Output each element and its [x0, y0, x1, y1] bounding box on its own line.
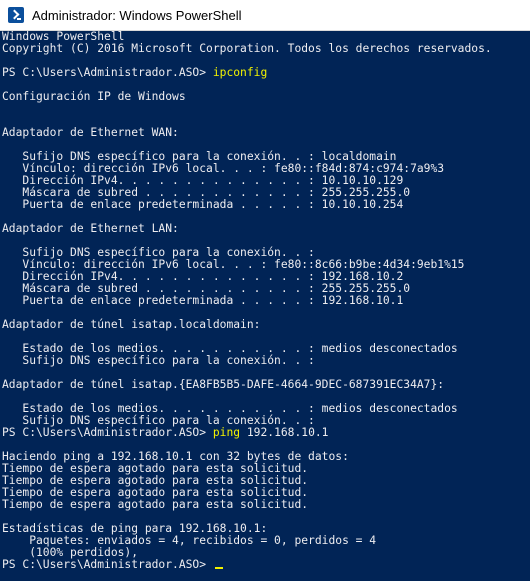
- prompt-line[interactable]: PS C:\Users\Administrador.ASO>: [2, 559, 528, 571]
- command-ipconfig: ipconfig: [212, 66, 268, 79]
- console-line: Adaptador de Ethernet LAN:: [2, 222, 179, 235]
- console-output[interactable]: Windows PowerShell Copyright (C) 2016 Mi…: [0, 31, 530, 581]
- command-ping: ping: [212, 426, 241, 439]
- powershell-icon: [8, 7, 24, 23]
- console-line: Copyright (C) 2016 Microsoft Corporation…: [2, 42, 492, 55]
- prompt: PS C:\Users\Administrador.ASO>: [2, 426, 213, 439]
- text-cursor: [214, 567, 223, 569]
- console-line: Adaptador de túnel isatap.localdomain:: [2, 318, 261, 331]
- prompt-line: PS C:\Users\Administrador.ASO> ping 192.…: [2, 427, 528, 439]
- prompt: PS C:\Users\Administrador.ASO>: [2, 558, 213, 571]
- prompt-line: PS C:\Users\Administrador.ASO> ipconfig: [2, 67, 528, 79]
- console-line: Puerta de enlace predeterminada . . . . …: [2, 198, 404, 211]
- title-bar[interactable]: Administrador: Windows PowerShell: [0, 0, 530, 31]
- window-title: Administrador: Windows PowerShell: [32, 7, 242, 23]
- prompt: PS C:\Users\Administrador.ASO>: [2, 66, 213, 79]
- console-line: Adaptador de túnel isatap.{EA8FB5B5-DAFE…: [2, 378, 445, 391]
- command-argument: 192.168.10.1: [240, 426, 329, 439]
- console-line: Configuración IP de Windows: [2, 90, 186, 103]
- powershell-window: Administrador: Windows PowerShell Window…: [0, 0, 530, 581]
- console-line: Tiempo de espera agotado para esta solic…: [2, 498, 309, 511]
- console-line: Puerta de enlace predeterminada . . . . …: [2, 294, 404, 307]
- console-line: Sufijo DNS específico para la conexión. …: [2, 354, 315, 367]
- console-line: Adaptador de Ethernet WAN:: [2, 126, 179, 139]
